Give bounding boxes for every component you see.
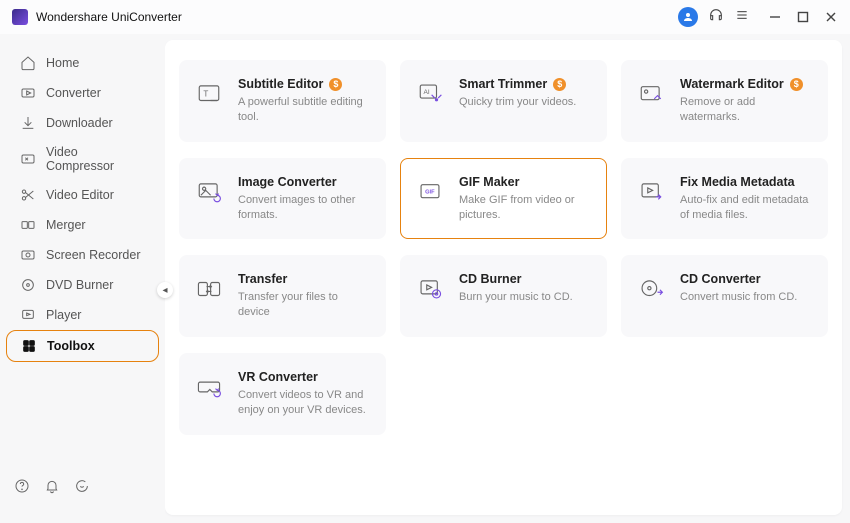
- sidebar-item-compressor[interactable]: Video Compressor: [6, 138, 159, 180]
- sidebar-item-home[interactable]: Home: [6, 48, 159, 78]
- tool-desc: Convert images to other formats.: [238, 193, 371, 223]
- titlebar-right: [678, 7, 838, 28]
- sidebar-item-label: Downloader: [46, 116, 113, 130]
- tool-cd-converter[interactable]: CD Converter Convert music from CD.: [621, 255, 828, 337]
- titlebar: Wondershare UniConverter: [0, 0, 850, 34]
- tool-vr-converter[interactable]: VR Converter Convert videos to VR and en…: [179, 353, 386, 435]
- sidebar-item-player[interactable]: Player: [6, 300, 159, 330]
- sidebar-item-editor[interactable]: Video Editor: [6, 180, 159, 210]
- titlebar-left: Wondershare UniConverter: [12, 9, 182, 25]
- sidebar-item-label: Video Editor: [46, 188, 114, 202]
- tool-image-converter[interactable]: Image Converter Convert images to other …: [179, 158, 386, 240]
- converter-icon: [20, 85, 36, 101]
- compressor-icon: [20, 151, 36, 167]
- sidebar-item-label: Home: [46, 56, 79, 70]
- sidebar-item-label: Merger: [46, 218, 86, 232]
- vr-icon: [194, 372, 224, 402]
- minimize-icon[interactable]: [768, 10, 782, 24]
- sidebar-item-converter[interactable]: Converter: [6, 78, 159, 108]
- sidebar-item-label: Video Compressor: [46, 145, 145, 173]
- sidebar-item-label: DVD Burner: [46, 278, 113, 292]
- trimmer-icon: AI: [415, 79, 445, 109]
- tool-fix-metadata[interactable]: Fix Media Metadata Auto-fix and edit met…: [621, 158, 828, 240]
- tool-transfer[interactable]: Transfer Transfer your files to device: [179, 255, 386, 337]
- transfer-icon: [194, 274, 224, 304]
- watermark-icon: [636, 79, 666, 109]
- app-logo-icon: [12, 9, 28, 25]
- tool-grid: T Subtitle Editor $ A powerful subtitle e…: [179, 60, 828, 435]
- sidebar-item-dvd[interactable]: DVD Burner: [6, 270, 159, 300]
- tool-desc: Auto-fix and edit metadata of media file…: [680, 193, 813, 223]
- tool-title: Fix Media Metadata: [680, 175, 795, 189]
- tool-desc: Make GIF from video or pictures.: [459, 193, 592, 223]
- home-icon: [20, 55, 36, 71]
- sidebar-item-label: Player: [46, 308, 81, 322]
- toolbox-icon: [21, 338, 37, 354]
- sidebar-item-label: Screen Recorder: [46, 248, 141, 262]
- support-icon[interactable]: [708, 7, 724, 28]
- tool-desc: Convert videos to VR and enjoy on your V…: [238, 388, 371, 418]
- image-converter-icon: [194, 177, 224, 207]
- help-icon[interactable]: [14, 478, 30, 499]
- svg-text:T: T: [203, 89, 208, 98]
- cd-burner-icon: [415, 274, 445, 304]
- tool-gif-maker[interactable]: GIF GIF Maker Make GIF from video or pic…: [400, 158, 607, 240]
- tool-desc: Remove or add watermarks.: [680, 95, 813, 125]
- tool-desc: Quicky trim your videos.: [459, 95, 576, 110]
- tool-subtitle-editor[interactable]: T Subtitle Editor $ A powerful subtitle e…: [179, 60, 386, 142]
- download-icon: [20, 115, 36, 131]
- gif-icon: GIF: [415, 177, 445, 207]
- tool-desc: Transfer your files to device: [238, 290, 371, 320]
- tool-cd-burner[interactable]: CD Burner Burn your music to CD.: [400, 255, 607, 337]
- tool-title: Subtitle Editor: [238, 77, 323, 91]
- sidebar-item-recorder[interactable]: Screen Recorder: [6, 240, 159, 270]
- svg-text:GIF: GIF: [425, 189, 435, 195]
- tool-watermark-editor[interactable]: Watermark Editor $ Remove or add watermar…: [621, 60, 828, 142]
- sidebar-item-toolbox[interactable]: Toolbox: [6, 330, 159, 362]
- paid-badge-icon: $: [553, 78, 566, 91]
- tool-smart-trimmer[interactable]: AI Smart Trimmer $ Quicky trim your video…: [400, 60, 607, 142]
- window-controls: [768, 10, 838, 24]
- sidebar-item-merger[interactable]: Merger: [6, 210, 159, 240]
- sidebar-item-label: Converter: [46, 86, 101, 100]
- tool-title: Smart Trimmer: [459, 77, 547, 91]
- app-title: Wondershare UniConverter: [36, 10, 182, 24]
- cd-converter-icon: [636, 274, 666, 304]
- tool-title: Transfer: [238, 272, 287, 286]
- tool-title: Watermark Editor: [680, 77, 784, 91]
- account-icon[interactable]: [678, 7, 698, 27]
- tool-desc: A powerful subtitle editing tool.: [238, 95, 371, 125]
- tool-title: VR Converter: [238, 370, 318, 384]
- maximize-icon[interactable]: [796, 10, 810, 24]
- merger-icon: [20, 217, 36, 233]
- subtitle-icon: T: [194, 79, 224, 109]
- player-icon: [20, 307, 36, 323]
- sidebar-bottom: [0, 468, 165, 509]
- recorder-icon: [20, 247, 36, 263]
- metadata-icon: [636, 177, 666, 207]
- tool-desc: Burn your music to CD.: [459, 290, 573, 305]
- paid-badge-icon: $: [329, 78, 342, 91]
- sidebar-item-label: Toolbox: [47, 339, 95, 353]
- paid-badge-icon: $: [790, 78, 803, 91]
- content-area: T Subtitle Editor $ A powerful subtitle e…: [165, 40, 842, 515]
- tool-desc: Convert music from CD.: [680, 290, 797, 305]
- svg-text:AI: AI: [424, 89, 430, 96]
- scissors-icon: [20, 187, 36, 203]
- sidebar: Home Converter Downloader Video Compress…: [0, 34, 165, 523]
- close-icon[interactable]: [824, 10, 838, 24]
- collapse-sidebar-icon[interactable]: ◂: [157, 282, 173, 298]
- feedback-icon[interactable]: [74, 478, 90, 499]
- tool-title: CD Burner: [459, 272, 522, 286]
- tool-title: GIF Maker: [459, 175, 519, 189]
- sidebar-item-downloader[interactable]: Downloader: [6, 108, 159, 138]
- menu-icon[interactable]: [734, 7, 750, 28]
- bell-icon[interactable]: [44, 478, 60, 499]
- dvd-icon: [20, 277, 36, 293]
- tool-title: Image Converter: [238, 175, 337, 189]
- tool-title: CD Converter: [680, 272, 761, 286]
